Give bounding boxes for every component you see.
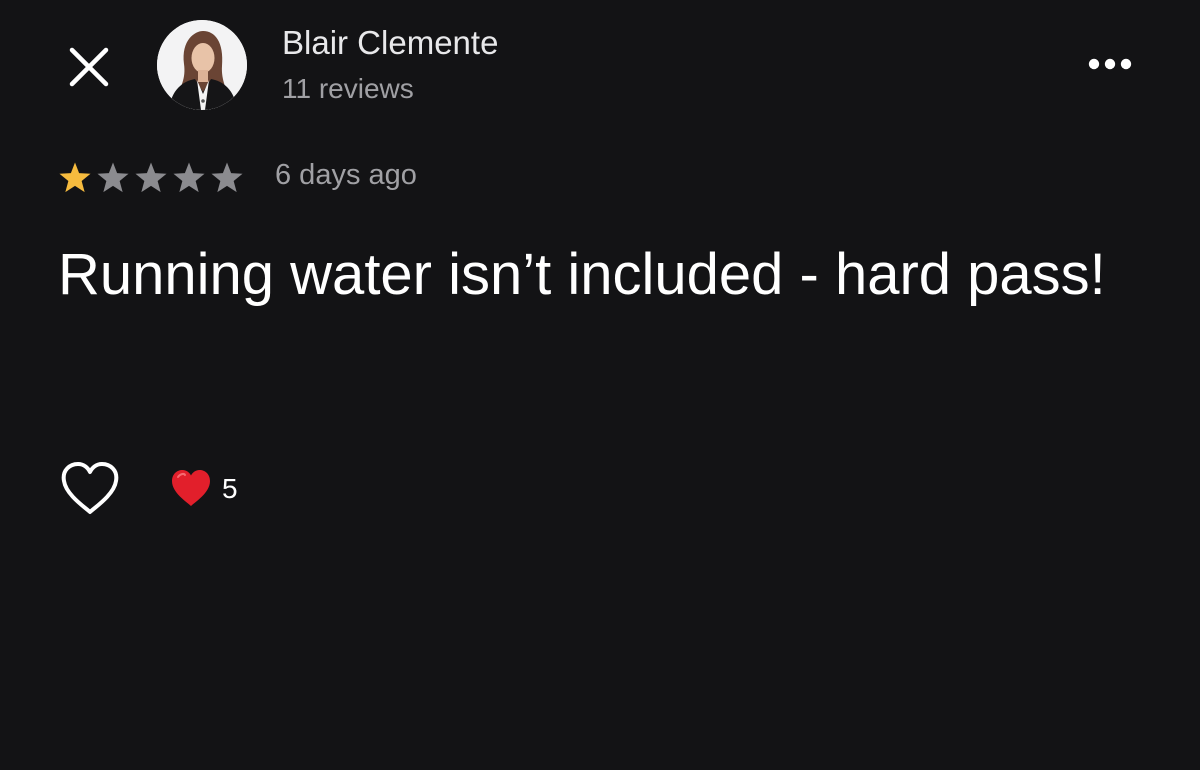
close-button[interactable] (62, 40, 116, 94)
like-button[interactable] (58, 458, 122, 520)
reviewer-name[interactable]: Blair Clemente (282, 24, 498, 62)
star-empty-icon (211, 162, 243, 193)
reaction-summary[interactable]: 5 (170, 466, 238, 512)
avatar-photo (157, 20, 247, 110)
star-empty-icon (135, 162, 167, 193)
reviewer-review-count: 11 reviews (282, 73, 414, 104)
star-empty-icon (173, 162, 205, 193)
avatar[interactable] (157, 20, 247, 110)
star-rating (56, 158, 246, 198)
review-date: 6 days ago (275, 159, 417, 191)
star-empty-icon (97, 162, 129, 193)
review-text: Running water isn’t included - hard pass… (58, 242, 1106, 307)
star-filled-icon (59, 162, 91, 193)
heart-outline-icon (61, 462, 119, 514)
reaction-count: 5 (222, 473, 238, 504)
close-icon (69, 47, 109, 87)
more-options-button[interactable] (1082, 46, 1142, 82)
more-horizontal-icon (1088, 58, 1132, 70)
red-heart-icon (172, 470, 210, 506)
